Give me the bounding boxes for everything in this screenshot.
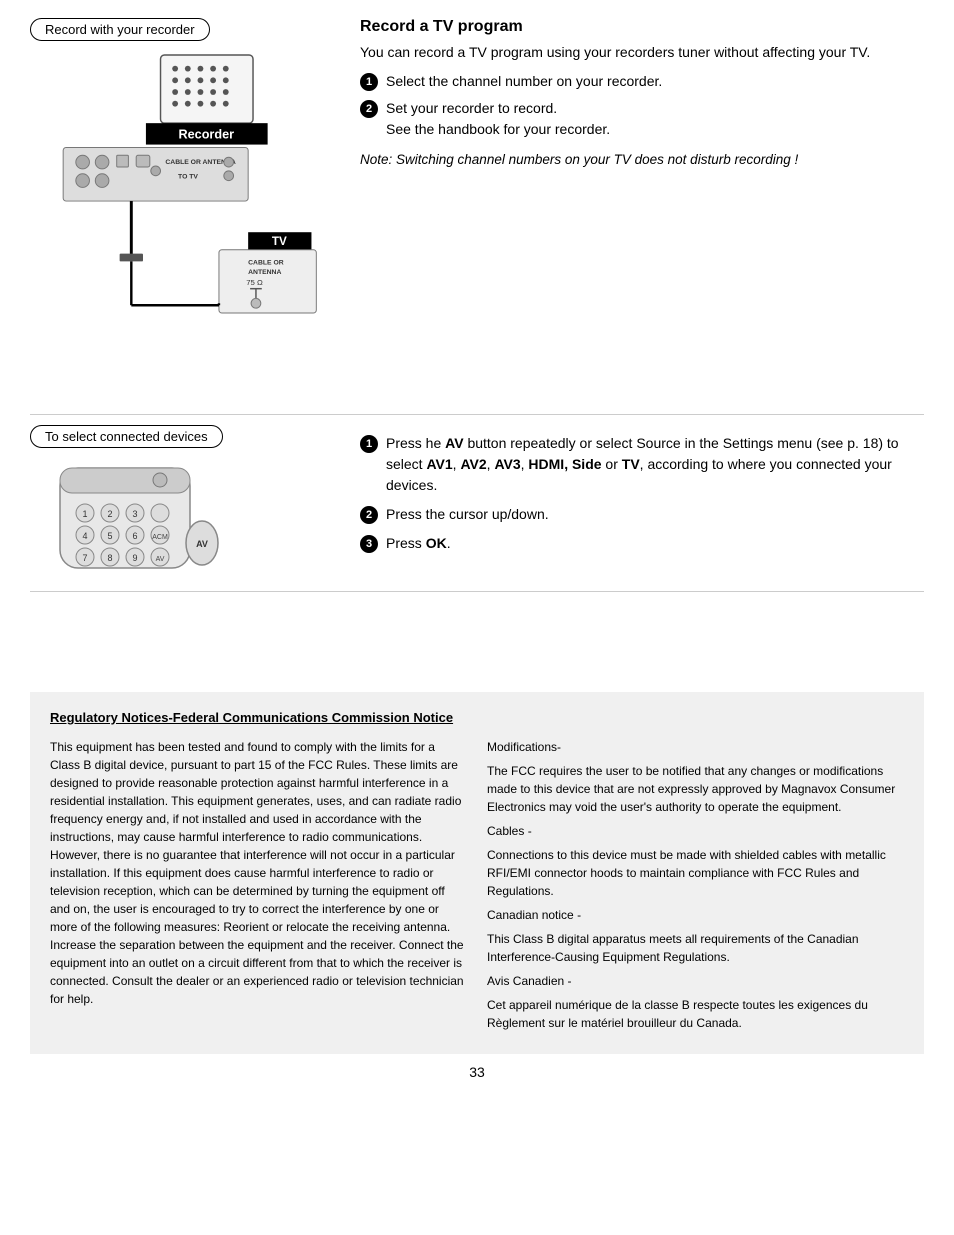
recorder-tv-diagram: Recorder CABLE OR ANTENNA TO TV (30, 18, 330, 388)
regulatory-col-left: This equipment has been tested and found… (50, 738, 467, 1038)
record-step-2: 2 Set your recorder to record.See the ha… (360, 98, 924, 140)
record-steps: 1 Select the channel number on your reco… (360, 71, 924, 140)
reg-para: Modifications- (487, 738, 904, 756)
svg-text:3: 3 (132, 509, 137, 519)
select-section-label: To select connected devices (30, 425, 223, 448)
svg-text:6: 6 (132, 531, 137, 541)
select-step-1: 1 Press he AV button repeatedly or selec… (360, 433, 924, 496)
svg-text:75 Ω: 75 Ω (246, 278, 263, 287)
select-step-3-num: 3 (360, 535, 378, 553)
reg-para: Canadian notice - (487, 906, 904, 924)
reg-para: Cables - (487, 822, 904, 840)
svg-text:TO TV: TO TV (178, 174, 198, 181)
select-step-1-num: 1 (360, 435, 378, 453)
regulatory-title: Regulatory Notices-Federal Communication… (50, 708, 904, 728)
recorder-diagram: Record with your recorder (30, 18, 330, 398)
step-1-num: 1 (360, 73, 378, 91)
svg-text:Recorder: Recorder (179, 128, 235, 142)
regulatory-section: Regulatory Notices-Federal Communication… (30, 692, 924, 1054)
reg-para: This Class B digital apparatus meets all… (487, 930, 904, 966)
svg-text:CABLE OR: CABLE OR (248, 259, 284, 266)
remote-diagram: To select connected devices 1 2 3 4 (30, 425, 330, 575)
svg-text:TV: TV (272, 235, 287, 248)
page: Record with your recorder (0, 0, 954, 1235)
step-2-num: 2 (360, 100, 378, 118)
svg-text:ANTENNA: ANTENNA (248, 269, 281, 276)
record-intro: You can record a TV program using your r… (360, 42, 924, 63)
page-number: 33 (30, 1064, 924, 1080)
reg-para-1: This equipment has been tested and found… (50, 738, 467, 1008)
record-note: Note: Switching channel numbers on your … (360, 150, 924, 170)
select-instructions: 1 Press he AV button repeatedly or selec… (330, 425, 924, 575)
select-step-2-num: 2 (360, 506, 378, 524)
remote-svg: 1 2 3 4 5 6 ACM 7 8 (50, 463, 250, 583)
regulatory-col-right: Modifications- The FCC requires the user … (487, 738, 904, 1038)
select-steps: 1 Press he AV button repeatedly or selec… (360, 433, 924, 554)
reg-para: The FCC requires the user to be notified… (487, 762, 904, 816)
svg-text:5: 5 (107, 531, 112, 541)
svg-text:9: 9 (132, 553, 137, 563)
select-devices-section: To select connected devices 1 2 3 4 (30, 425, 924, 592)
regulatory-columns: This equipment has been tested and found… (50, 738, 904, 1038)
record-section: Record with your recorder (30, 18, 924, 415)
svg-text:4: 4 (82, 531, 87, 541)
reg-para: Cet appareil numérique de la classe B re… (487, 996, 904, 1032)
svg-text:2: 2 (107, 509, 112, 519)
svg-text:7: 7 (82, 553, 87, 563)
svg-text:ACM: ACM (152, 534, 168, 541)
select-step-3: 3 Press OK. (360, 533, 924, 554)
record-instructions: Record a TV program You can record a TV … (330, 18, 924, 398)
svg-text:1: 1 (82, 509, 87, 519)
select-step-1-text: Press he AV button repeatedly or select … (386, 433, 924, 496)
record-step-1: 1 Select the channel number on your reco… (360, 71, 924, 92)
record-title: Record a TV program (360, 18, 924, 36)
svg-text:8: 8 (107, 553, 112, 563)
select-step-2: 2 Press the cursor up/down. (360, 504, 924, 525)
reg-para: Connections to this device must be made … (487, 846, 904, 900)
svg-text:AV: AV (196, 539, 208, 549)
reg-para: Avis Canadien - (487, 972, 904, 990)
svg-text:AV: AV (156, 556, 165, 563)
spacer (30, 602, 924, 682)
